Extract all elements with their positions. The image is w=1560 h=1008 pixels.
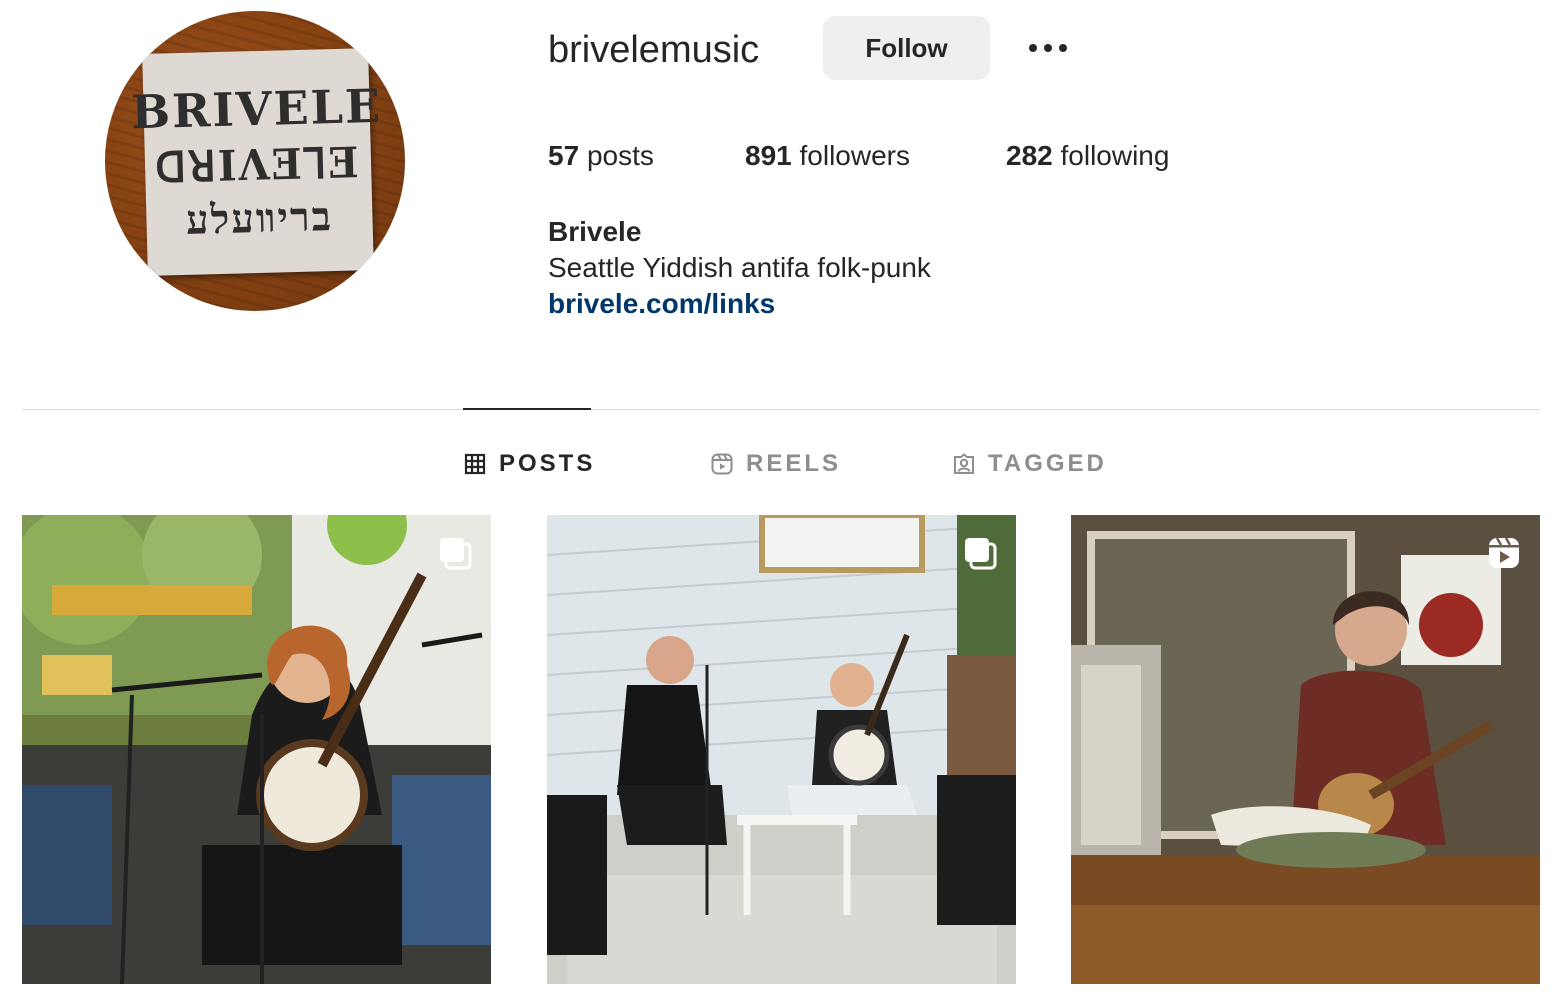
tabs-divider (22, 409, 1540, 410)
posts-count: 57 (548, 140, 580, 171)
following-stat[interactable]: 282 following (1006, 138, 1169, 174)
more-options-icon[interactable] (1020, 28, 1076, 68)
tab-reels[interactable]: REELS (710, 448, 841, 480)
post-image-ukulele-player (1071, 515, 1540, 984)
more-dot (1029, 44, 1037, 52)
avatar-logo-tile: BRIVELE ᗡꓤIΛƎꓶƎ בריװעלע (131, 48, 383, 276)
tab-posts[interactable]: POSTS (463, 448, 595, 480)
avatar-logo-line-1: BRIVELE (130, 78, 383, 140)
tab-posts-label: POSTS (499, 450, 596, 477)
tagged-icon (952, 452, 976, 476)
carousel-icon (962, 535, 998, 571)
bio-link[interactable]: brivele.com/links (548, 286, 775, 322)
post-image-backyard-duo (547, 515, 1016, 984)
post-thumbnail[interactable] (1071, 515, 1540, 984)
tab-reels-label: REELS (746, 450, 842, 477)
carousel-icon (437, 535, 473, 571)
following-count: 282 (1006, 140, 1053, 171)
tab-tagged[interactable]: TAGGED (952, 448, 1107, 480)
followers-label: followers (799, 140, 910, 171)
follow-button[interactable]: Follow (823, 16, 990, 80)
bio-text: Seattle Yiddish antifa folk-punk (548, 252, 931, 283)
profile-avatar[interactable]: BRIVELE ᗡꓤIΛƎꓶƎ בריװעלע (105, 11, 405, 311)
followers-count: 891 (745, 140, 792, 171)
bio-name: Brivele (548, 216, 642, 247)
avatar-logo-line-2: ᗡꓤIΛƎꓶƎ (154, 138, 362, 193)
post-thumbnail[interactable] (547, 515, 1016, 984)
profile-username: brivelemusic (548, 29, 760, 71)
reel-icon (1486, 535, 1522, 571)
reels-icon (710, 452, 734, 476)
more-dot (1044, 44, 1052, 52)
post-image-banjo-singer (22, 515, 491, 984)
more-dot (1059, 44, 1067, 52)
post-thumbnail[interactable] (22, 515, 491, 984)
followers-stat[interactable]: 891 followers (745, 138, 910, 174)
tab-tagged-label: TAGGED (988, 450, 1107, 477)
grid-icon (463, 452, 487, 476)
active-tab-indicator (463, 408, 591, 410)
posts-count-stat: 57 posts (548, 138, 654, 174)
avatar-logo-line-3: בריװעלע (185, 193, 334, 244)
following-label: following (1060, 140, 1170, 171)
posts-label: posts (586, 140, 654, 171)
